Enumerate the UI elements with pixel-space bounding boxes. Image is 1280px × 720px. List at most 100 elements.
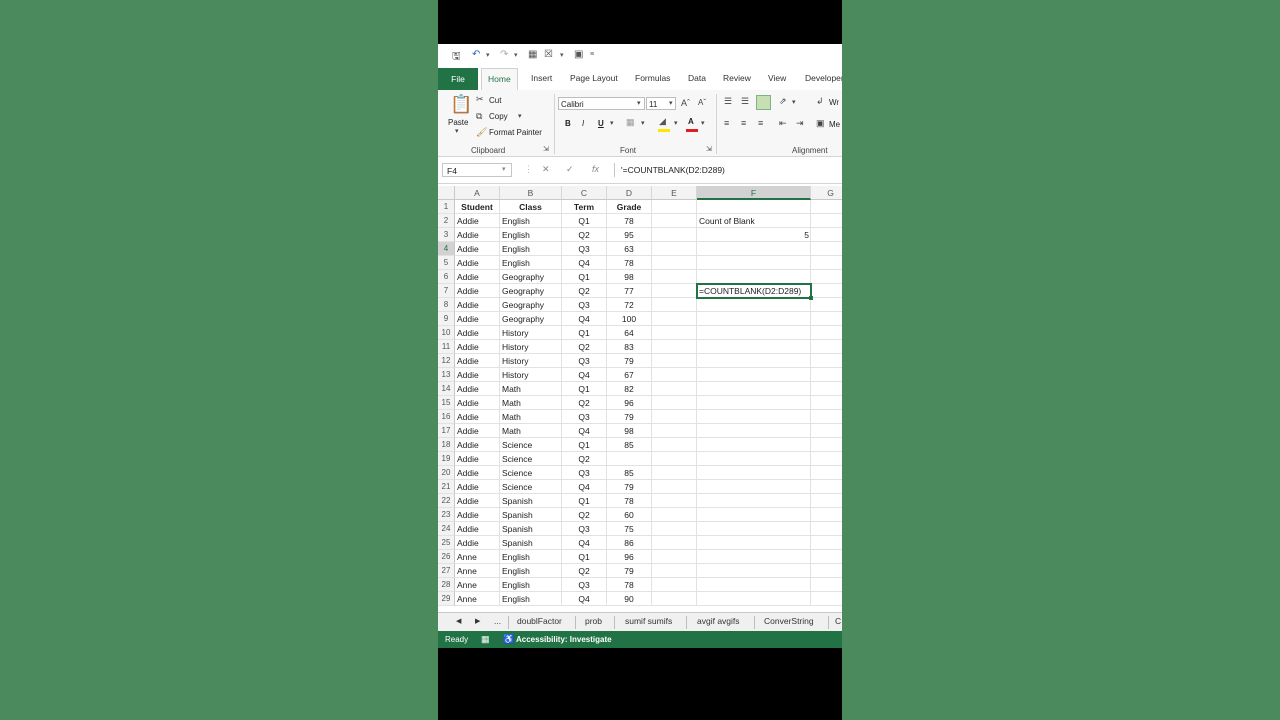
class-cell[interactable]: History [500,340,562,354]
student-cell[interactable]: Addie [455,382,500,396]
merge-center-button[interactable]: Me [829,120,840,129]
class-cell[interactable]: English [500,214,562,228]
grade-cell[interactable]: 79 [607,564,652,578]
name-box-dropdown-icon[interactable]: ▾ [502,165,506,173]
student-cell[interactable]: Addie [455,508,500,522]
count-of-blank-value[interactable]: 5 [697,228,811,242]
grade-cell[interactable]: 95 [607,228,652,242]
redo-dropdown-icon[interactable]: ▾ [514,51,518,59]
class-cell[interactable]: Math [500,410,562,424]
row-header[interactable]: 17 [438,424,455,438]
sheet-tab-doublfactor[interactable]: doublFactor [517,616,562,626]
student-cell[interactable]: Addie [455,494,500,508]
cell[interactable] [811,326,842,340]
accessibility-icon[interactable]: ♿ [503,631,514,648]
cell[interactable] [652,326,697,340]
grade-cell[interactable]: 78 [607,256,652,270]
orientation-icon[interactable]: ⇗ [779,96,787,107]
font-color-icon[interactable]: A [688,117,694,126]
form-icon[interactable]: ▦ [528,49,537,60]
class-cell[interactable]: English [500,550,562,564]
clear-icon[interactable]: ☒ [544,49,553,60]
class-cell[interactable]: Science [500,466,562,480]
grade-cell[interactable] [607,452,652,466]
cell[interactable] [652,214,697,228]
merge-center-icon[interactable]: ▣ [816,118,825,129]
grade-cell[interactable]: 82 [607,382,652,396]
row-header[interactable]: 18 [438,438,455,452]
cell[interactable] [811,550,842,564]
student-cell[interactable]: Addie [455,354,500,368]
column-header-c[interactable]: C [562,186,607,200]
student-cell[interactable]: Anne [455,592,500,606]
decrease-indent-icon[interactable]: ⇤ [779,118,787,129]
student-cell[interactable]: Addie [455,424,500,438]
cell[interactable] [652,354,697,368]
class-cell[interactable]: Geography [500,284,562,298]
class-cell[interactable]: Geography [500,312,562,326]
student-cell[interactable]: Anne [455,578,500,592]
cell[interactable] [811,466,842,480]
cancel-entry-icon[interactable]: ✕ [542,164,550,175]
cell[interactable] [697,270,811,284]
student-cell[interactable]: Addie [455,326,500,340]
term-cell[interactable]: Q1 [562,550,607,564]
term-cell[interactable]: Q1 [562,270,607,284]
grade-cell[interactable]: 96 [607,550,652,564]
cell[interactable] [697,536,811,550]
term-cell[interactable]: Q2 [562,396,607,410]
grade-cell[interactable]: 79 [607,480,652,494]
tab-data[interactable]: Data [688,73,706,83]
underline-dropdown-icon[interactable]: ▾ [610,119,614,127]
cell[interactable] [811,340,842,354]
row-header[interactable]: 2 [438,214,455,228]
student-cell[interactable]: Addie [455,312,500,326]
row-header[interactable]: 29 [438,592,455,606]
cell[interactable] [811,256,842,270]
tab-insert[interactable]: Insert [531,73,552,83]
sheet-tab-converstring[interactable]: ConverString [764,616,814,626]
cell[interactable] [697,354,811,368]
student-cell[interactable]: Addie [455,228,500,242]
cell[interactable] [652,494,697,508]
cell[interactable] [811,312,842,326]
cell[interactable] [652,508,697,522]
tab-formulas[interactable]: Formulas [635,73,670,83]
cell[interactable] [652,270,697,284]
cell[interactable] [811,438,842,452]
cell[interactable] [697,340,811,354]
class-cell[interactable]: Science [500,452,562,466]
wrap-text-button[interactable]: Wr [829,98,839,107]
class-cell[interactable]: Spanish [500,536,562,550]
row-header[interactable]: 23 [438,508,455,522]
redo-icon[interactable]: ↷ [500,49,508,60]
student-cell[interactable]: Addie [455,270,500,284]
undo-dropdown-icon[interactable]: ▾ [486,51,490,59]
grade-cell[interactable]: 86 [607,536,652,550]
class-cell[interactable]: Science [500,438,562,452]
cell[interactable] [697,550,811,564]
student-cell[interactable]: Addie [455,480,500,494]
paste-icon[interactable]: 📋 [450,94,472,115]
cell[interactable] [697,592,811,606]
font-name-box[interactable]: Calibri [558,97,645,110]
grade-cell[interactable]: 83 [607,340,652,354]
class-cell[interactable]: Math [500,396,562,410]
term-cell[interactable]: Q3 [562,410,607,424]
cell[interactable] [811,382,842,396]
term-cell[interactable]: Q4 [562,536,607,550]
term-cell[interactable]: Q2 [562,284,607,298]
cell[interactable] [697,438,811,452]
cell[interactable] [652,536,697,550]
cell[interactable] [811,564,842,578]
row-header[interactable]: 19 [438,452,455,466]
confirm-entry-icon[interactable]: ✓ [566,164,574,175]
cell[interactable] [697,200,811,214]
student-cell[interactable]: Addie [455,466,500,480]
middle-align-icon[interactable]: ☰ [741,96,749,107]
class-cell[interactable]: History [500,326,562,340]
student-cell[interactable]: Addie [455,298,500,312]
student-cell[interactable]: Addie [455,396,500,410]
class-cell[interactable]: Spanish [500,522,562,536]
top-align-icon[interactable]: ☰ [724,96,732,107]
